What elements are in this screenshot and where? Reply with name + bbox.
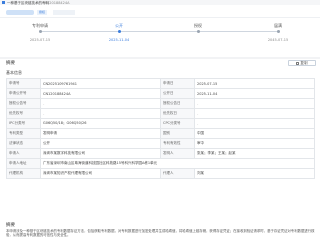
- info-value: G06Q50/18；G06Q50/26: [40, 118, 161, 129]
- info-row: 申请人 深圳市某数字科技有限公司 发明人 张某；李某；王某；赵某: [6, 148, 315, 159]
- info-key: 优先权日: [160, 108, 195, 119]
- nav-chip[interactable]: [53, 10, 75, 15]
- copy-button[interactable]: 复制: [288, 60, 316, 66]
- info-value: -: [194, 118, 315, 129]
- info-row: 法律状态 公开 专利有效性 审中: [6, 138, 315, 149]
- info-value: CN2025109761941: [40, 78, 161, 89]
- info-value: 广东省深圳市南山区粤海街道科技园社区科苑路15号科兴科学园A栋1单元: [40, 158, 315, 169]
- timeline-step-label: 届满: [274, 23, 282, 28]
- timeline-dot: [117, 29, 121, 33]
- info-value: -: [40, 108, 161, 119]
- abstract-title: 摘要: [6, 223, 15, 228]
- info-row: 专利类型 发明申请 国别 中国: [6, 128, 315, 139]
- info-value: 深圳市某数字科技有限公司: [40, 148, 161, 159]
- info-key: 专利有效性: [160, 138, 195, 149]
- patent-number: CN120188424A: [42, 0, 70, 5]
- timeline-step-label: 公开: [115, 23, 123, 28]
- basic-info-table: 申请号 CN2025109761941 申请日 2025-07-15 申请公开号 CN12…: [6, 78, 315, 179]
- info-value: 中国: [194, 128, 315, 139]
- info-value: 刘某: [194, 168, 315, 179]
- section-divider: [0, 57, 320, 59]
- info-key: 申请人: [6, 148, 41, 159]
- timeline-dot: [276, 29, 280, 33]
- divider: [0, 17, 320, 18]
- summary-title: 摘要: [6, 61, 15, 66]
- info-key: CPC分类号: [160, 118, 195, 129]
- info-key: 专利类型: [6, 128, 41, 139]
- timeline-dot: [196, 29, 200, 33]
- info-value: 2025-07-15: [194, 78, 315, 89]
- document-icon: [2, 1, 5, 4]
- status-chip[interactable]: 授权: [37, 10, 48, 15]
- info-key: 法律状态: [6, 138, 41, 149]
- info-key: 授权公告号: [6, 98, 41, 109]
- info-value: -: [194, 108, 315, 119]
- nav-pill[interactable]: [6, 10, 34, 15]
- info-key: 申请公开号: [6, 88, 41, 99]
- info-row: 申请人地址 广东省深圳市南山区粤海街道科技园社区科苑路15号科兴科学园A栋1单元: [6, 158, 315, 169]
- info-key: 申请号: [6, 78, 41, 89]
- info-value: 深圳市某知识产权代理有限公司: [40, 168, 161, 179]
- timeline-step-date: 2045-07-15: [267, 38, 289, 42]
- info-value: 发明申请: [40, 128, 161, 139]
- info-value: 公开: [40, 138, 161, 149]
- copy-icon: [296, 61, 300, 65]
- timeline-dot: [38, 29, 42, 33]
- info-key: 公开日: [160, 88, 195, 99]
- info-value: 审中: [194, 138, 315, 149]
- info-row: IPC分类号 G06Q50/18；G06Q50/26 CPC分类号 -: [6, 118, 315, 129]
- info-row: 授权公告号 - 授权公告日 -: [6, 98, 315, 109]
- timeline-step-label: 专利申请: [32, 23, 48, 28]
- timeline-step-date: 2025-11-04: [108, 38, 130, 42]
- info-value: 2025-11-04: [194, 88, 315, 99]
- timeline-step-date: 2025-07-15: [29, 38, 51, 42]
- timeline-line: [40, 31, 278, 32]
- top-bar: 一种基于区块链技术的专利 CN120188424A: [0, 0, 320, 5]
- info-key: 代理人: [160, 168, 195, 179]
- info-key: 申请人地址: [6, 158, 41, 169]
- abstract-text: 本申请涉及一种基于区块链技术的专利数据存证方法，包括获取专利数据，对专利数据进行…: [6, 229, 315, 238]
- info-key: 优先权号: [6, 108, 41, 119]
- info-key: 授权公告日: [160, 98, 195, 109]
- info-value: CN120188424A: [40, 88, 161, 99]
- info-key: 代理机构: [6, 168, 41, 179]
- info-row: 申请号 CN2025109761941 申请日 2025-07-15: [6, 78, 315, 89]
- info-row: 代理机构 深圳市某知识产权代理有限公司 代理人 刘某: [6, 168, 315, 179]
- info-key: IPC分类号: [6, 118, 41, 129]
- info-value: -: [194, 98, 315, 109]
- info-key: 发明人: [160, 148, 195, 159]
- basic-info-title: 基本信息: [6, 70, 22, 75]
- info-value: -: [40, 98, 161, 109]
- copy-label: 复制: [300, 60, 308, 65]
- info-row: 优先权号 - 优先权日 -: [6, 108, 315, 119]
- info-value: 张某；李某；王某；赵某: [194, 148, 315, 159]
- info-row: 申请公开号 CN120188424A 公开日 2025-11-04: [6, 88, 315, 99]
- info-key: 国别: [160, 128, 195, 139]
- info-key: 申请日: [160, 78, 195, 89]
- timeline-step-label: 授权: [194, 23, 202, 28]
